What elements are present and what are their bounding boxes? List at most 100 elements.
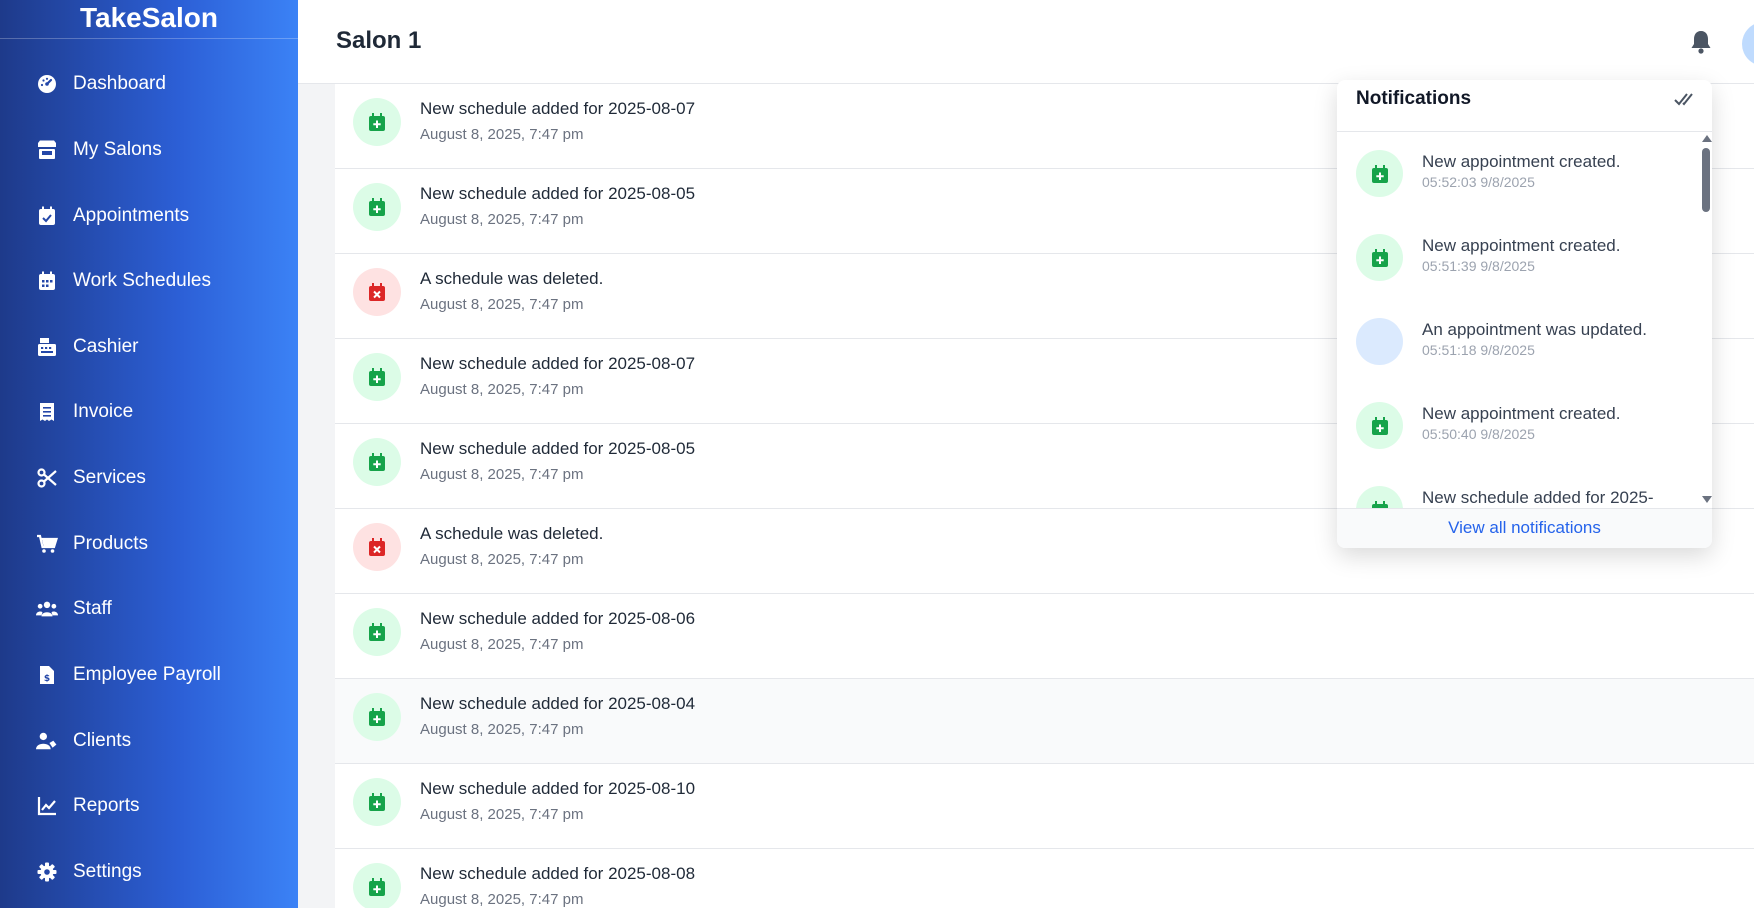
activity-message: A schedule was deleted. xyxy=(420,524,604,543)
sidebar-item-label: Staff xyxy=(73,598,112,619)
sidebar-item-dashboard[interactable]: Dashboard xyxy=(0,62,298,106)
sidebar-item-staff[interactable]: Staff xyxy=(0,587,298,631)
calendar-plus-icon xyxy=(353,183,401,231)
sidebar-item-invoice[interactable]: Invoice xyxy=(0,390,298,434)
sidebar-item-label: Appointments xyxy=(73,205,190,226)
brand-logo[interactable]: TakeSalon xyxy=(0,0,298,39)
sidebar-item-label: Settings xyxy=(73,861,142,882)
activity-message: New schedule added for 2025-08-06 xyxy=(420,609,696,628)
scrollbar-thumb[interactable] xyxy=(1702,148,1710,212)
sidebar-item-label: Services xyxy=(73,467,146,488)
notifications-list: New appointment created. 05:52:03 9/8/20… xyxy=(1337,132,1712,508)
scissors-icon xyxy=(36,467,58,489)
notification-time: 05:50:40 9/8/2025 xyxy=(1422,426,1535,442)
activity-message: New schedule added for 2025-08-08 xyxy=(420,864,696,883)
calendar-plus-icon xyxy=(353,438,401,486)
notification-message: New schedule added for 2025- xyxy=(1422,488,1654,507)
list-item[interactable]: New schedule added for 2025-08-06 August… xyxy=(335,594,1754,679)
activity-message: New schedule added for 2025-08-10 xyxy=(420,779,696,798)
sidebar-item-cashier[interactable]: Cashier xyxy=(0,325,298,369)
payroll-file-icon: $ xyxy=(36,664,58,686)
notification-item[interactable]: An appointment was updated. 05:51:18 9/8… xyxy=(1337,300,1697,384)
sidebar-item-products[interactable]: Products xyxy=(0,522,298,566)
activity-message: New schedule added for 2025-08-04 xyxy=(420,694,696,713)
sidebar-item-work-schedules[interactable]: Work Schedules xyxy=(0,259,298,303)
bell-icon[interactable] xyxy=(1688,29,1714,55)
sidebar-item-reports[interactable]: Reports xyxy=(0,784,298,828)
sidebar-item-my-salons[interactable]: My Salons xyxy=(0,128,298,172)
list-item[interactable]: New schedule added for 2025-08-08 August… xyxy=(335,849,1754,908)
gauge-icon xyxy=(36,73,58,95)
activity-time: August 8, 2025, 7:47 pm xyxy=(420,721,584,738)
activity-message: New schedule added for 2025-08-05 xyxy=(420,439,696,458)
sidebar-item-label: Clients xyxy=(73,730,132,751)
calendar-grid-icon xyxy=(36,270,58,292)
activity-message: New schedule added for 2025-08-07 xyxy=(420,99,696,118)
sidebar-item-services[interactable]: Services xyxy=(0,456,298,500)
list-item[interactable]: New schedule added for 2025-08-04 August… xyxy=(335,679,1754,764)
sidebar-item-label: Dashboard xyxy=(73,73,166,94)
gear-icon xyxy=(36,861,58,883)
receipt-icon xyxy=(36,401,58,423)
users-icon xyxy=(36,598,58,620)
notifications-footer: View all notifications xyxy=(1337,508,1712,548)
scroll-down-arrow-icon[interactable] xyxy=(1702,496,1712,503)
top-bar: Salon 1 xyxy=(298,0,1754,84)
sidebar-item-label: My Salons xyxy=(73,139,162,160)
cash-register-icon xyxy=(36,336,58,358)
cart-icon xyxy=(36,533,58,555)
line-chart-icon xyxy=(36,795,58,817)
sidebar-item-label: Products xyxy=(73,533,148,554)
sidebar-item-label: Work Schedules xyxy=(73,270,211,291)
sidebar: TakeSalon Dashboard My Salons Appointmen… xyxy=(0,0,298,908)
notifications-dropdown: Notifications New appointment created. 0… xyxy=(1337,80,1712,548)
sidebar-item-employee-payroll[interactable]: $ Employee Payroll xyxy=(0,653,298,697)
sidebar-item-label: Reports xyxy=(73,795,140,816)
activity-time: August 8, 2025, 7:47 pm xyxy=(420,211,584,228)
notification-item[interactable]: New appointment created. 05:51:39 9/8/20… xyxy=(1337,216,1697,300)
activity-time: August 8, 2025, 7:47 pm xyxy=(420,891,584,908)
calendar-plus-icon xyxy=(353,353,401,401)
sidebar-item-settings[interactable]: Settings xyxy=(0,850,298,894)
list-item[interactable]: New schedule added for 2025-08-10 August… xyxy=(335,764,1754,849)
activity-time: August 8, 2025, 7:47 pm xyxy=(420,551,584,568)
calendar-plus-icon xyxy=(353,693,401,741)
notification-message: New appointment created. xyxy=(1422,236,1621,255)
notification-time: 05:51:18 9/8/2025 xyxy=(1422,342,1535,358)
view-all-notifications-link[interactable]: View all notifications xyxy=(1448,518,1601,538)
activity-time: August 8, 2025, 7:47 pm xyxy=(420,806,584,823)
activity-time: August 8, 2025, 7:47 pm xyxy=(420,466,584,483)
calendar-x-icon xyxy=(353,523,401,571)
avatar[interactable] xyxy=(1742,22,1754,66)
activity-time: August 8, 2025, 7:47 pm xyxy=(420,636,584,653)
update-badge-icon xyxy=(1356,318,1403,365)
notification-item[interactable]: New appointment created. 05:50:40 9/8/20… xyxy=(1337,384,1697,468)
notification-time: 05:51:39 9/8/2025 xyxy=(1422,258,1535,274)
sidebar-item-label: Employee Payroll xyxy=(73,664,221,685)
activity-message: New schedule added for 2025-08-07 xyxy=(420,354,696,373)
notification-message: New appointment created. xyxy=(1422,404,1621,423)
sidebar-item-appointments[interactable]: Appointments xyxy=(0,194,298,238)
scroll-up-arrow-icon[interactable] xyxy=(1702,135,1712,142)
calendar-plus-icon xyxy=(353,778,401,826)
svg-text:$: $ xyxy=(44,674,50,684)
sidebar-item-clients[interactable]: Clients xyxy=(0,719,298,763)
calendar-plus-icon xyxy=(353,608,401,656)
calendar-plus-icon xyxy=(1356,402,1403,449)
calendar-plus-icon xyxy=(1356,234,1403,281)
sidebar-item-label: Invoice xyxy=(73,401,134,422)
check-double-icon[interactable] xyxy=(1673,88,1695,110)
activity-message: A schedule was deleted. xyxy=(420,269,604,288)
activity-time: August 8, 2025, 7:47 pm xyxy=(420,296,584,313)
calendar-plus-icon xyxy=(353,98,401,146)
notification-item[interactable]: New appointment created. 05:52:03 9/8/20… xyxy=(1337,132,1697,216)
notifications-scrollbar[interactable] xyxy=(1699,132,1712,508)
calendar-check-icon xyxy=(36,205,58,227)
notification-message: New appointment created. xyxy=(1422,152,1621,171)
notification-item[interactable]: New schedule added for 2025- xyxy=(1337,468,1697,508)
store-icon xyxy=(36,139,58,161)
notification-message: An appointment was updated. xyxy=(1422,320,1647,339)
calendar-plus-icon xyxy=(353,863,401,908)
calendar-plus-icon xyxy=(1356,150,1403,197)
notifications-title: Notifications xyxy=(1356,88,1472,109)
